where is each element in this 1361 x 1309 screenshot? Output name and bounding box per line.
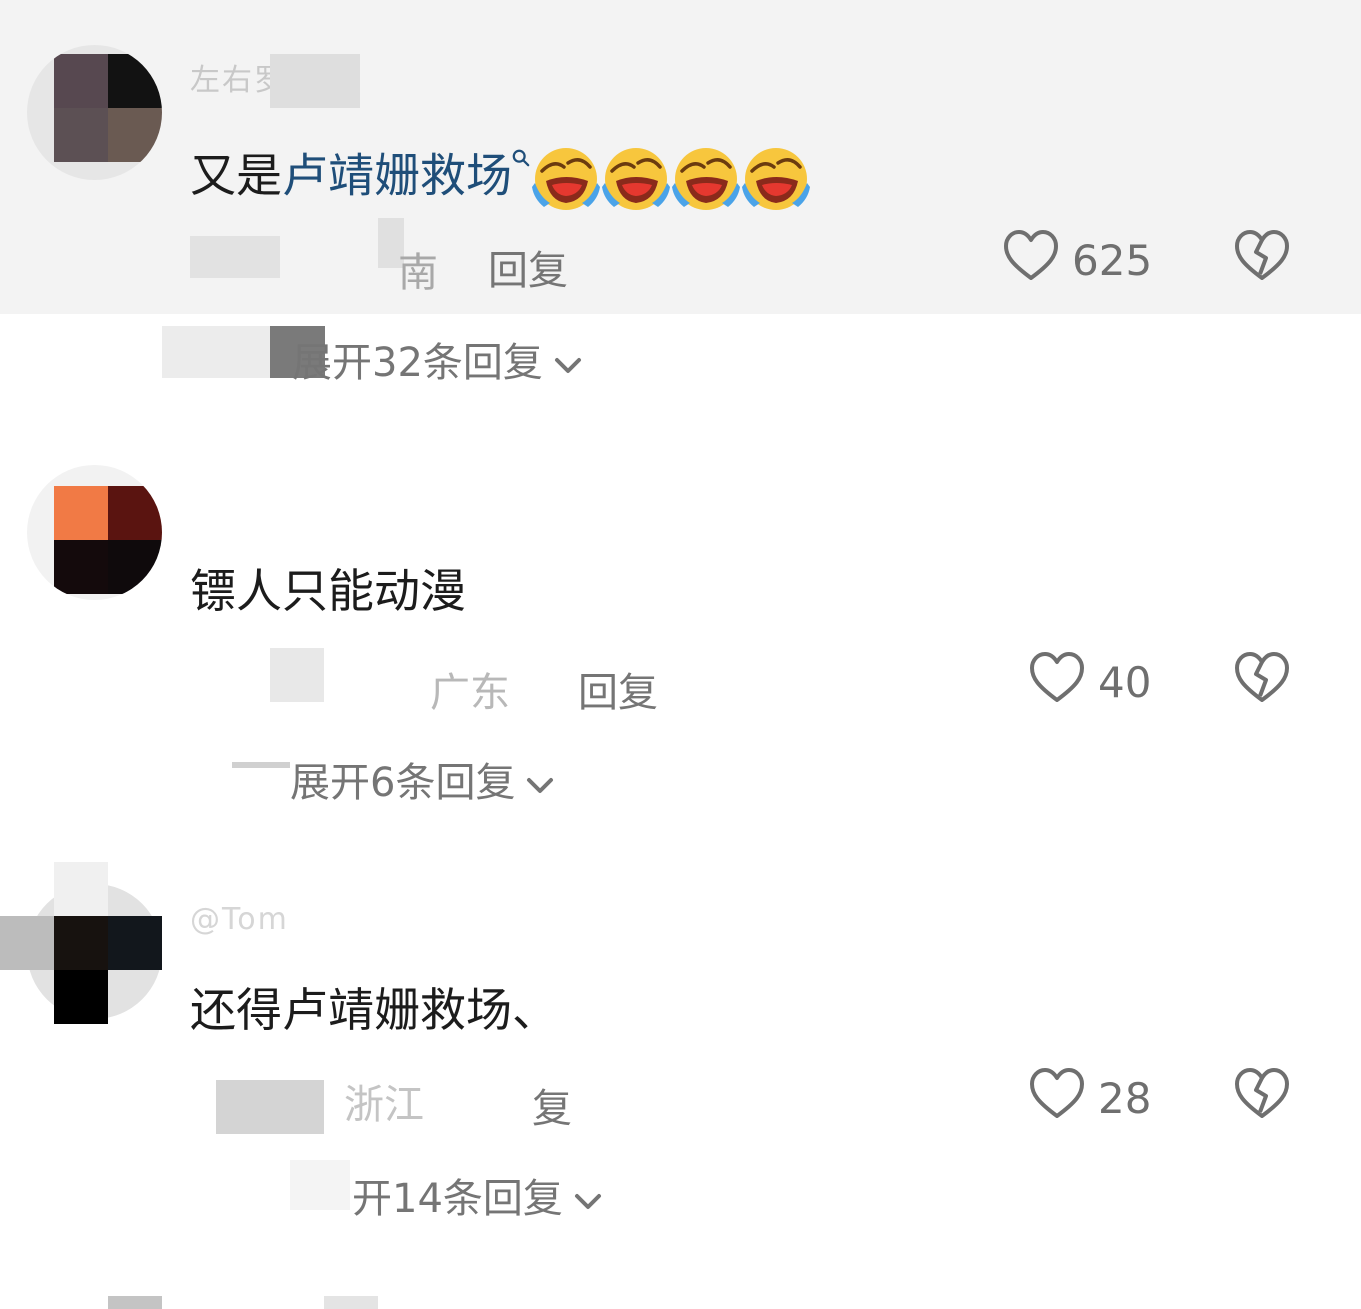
redaction-blur (324, 1296, 378, 1309)
heart-outline-icon[interactable] (1028, 650, 1086, 706)
laughing-crying-emoji (742, 148, 810, 210)
comment-text-prefix: 又是 (190, 148, 282, 203)
reply-button[interactable]: 回复 (578, 660, 658, 718)
heart-outline-icon[interactable] (1028, 1066, 1086, 1122)
broken-heart-icon[interactable] (1233, 1066, 1291, 1122)
expand-replies-button[interactable]: 展开32条回复 (292, 330, 583, 388)
like-count: 28 (1098, 1074, 1152, 1123)
like-count: 40 (1098, 658, 1152, 707)
comment-item[interactable]: @Tom 还得卢靖姗救场、 浙江 复 28 开14条回复 (0, 860, 1361, 1240)
comment-text: 又是卢靖姗救场 (190, 145, 810, 213)
heart-outline-icon[interactable] (1002, 228, 1060, 284)
laughing-crying-emoji (602, 148, 670, 210)
location-label: 南 (398, 250, 438, 296)
avatar[interactable] (27, 465, 162, 600)
redaction-blur (162, 326, 272, 378)
username[interactable]: @Tom (190, 902, 289, 937)
reply-button[interactable]: 回复 (488, 238, 568, 296)
broken-heart-icon[interactable] (1233, 650, 1291, 706)
search-mini-icon[interactable] (512, 149, 530, 167)
location-label: 浙江 (344, 1082, 424, 1128)
comment-item[interactable]: 左右罗 又是卢靖姗救场 南 回复 625 (0, 0, 1361, 314)
avatar[interactable] (0, 860, 162, 1030)
redaction-blur (290, 1160, 350, 1210)
next-comment-avatar-fragment (108, 1296, 162, 1309)
like-count: 625 (1072, 236, 1153, 285)
expand-replies-button[interactable]: 开14条回复 (352, 1166, 603, 1224)
expand-replies-label: 展开32条回复 (292, 340, 543, 386)
redaction-blur (270, 54, 360, 108)
expand-replies-label: 开14条回复 (352, 1176, 563, 1222)
redaction-blur (232, 762, 290, 768)
laughing-crying-emoji (532, 148, 600, 210)
search-keyword-link[interactable]: 卢靖姗救场 (282, 149, 512, 203)
broken-heart-icon[interactable] (1233, 228, 1291, 284)
chevron-down-icon (554, 358, 581, 373)
comment-text: 镖人只能动漫 (190, 564, 466, 618)
redaction-blur (270, 648, 324, 702)
chevron-down-icon (527, 778, 554, 793)
chevron-down-icon (574, 1194, 601, 1209)
comment-item[interactable]: 镖人只能动漫 广东 回复 40 展开6条回复 (0, 440, 1361, 806)
redaction-blur (216, 1080, 324, 1134)
laughing-crying-emoji (672, 148, 740, 210)
expand-replies-label: 展开6条回复 (290, 760, 516, 806)
expand-replies-button[interactable]: 展开6条回复 (290, 750, 555, 808)
reply-button[interactable]: 复 (532, 1076, 572, 1134)
comment-text: 还得卢靖姗救场、 (190, 983, 558, 1037)
location-label: 广东 (430, 670, 510, 716)
redaction-blur (440, 1068, 520, 1124)
avatar[interactable] (27, 45, 162, 180)
redaction-blur (190, 236, 280, 278)
